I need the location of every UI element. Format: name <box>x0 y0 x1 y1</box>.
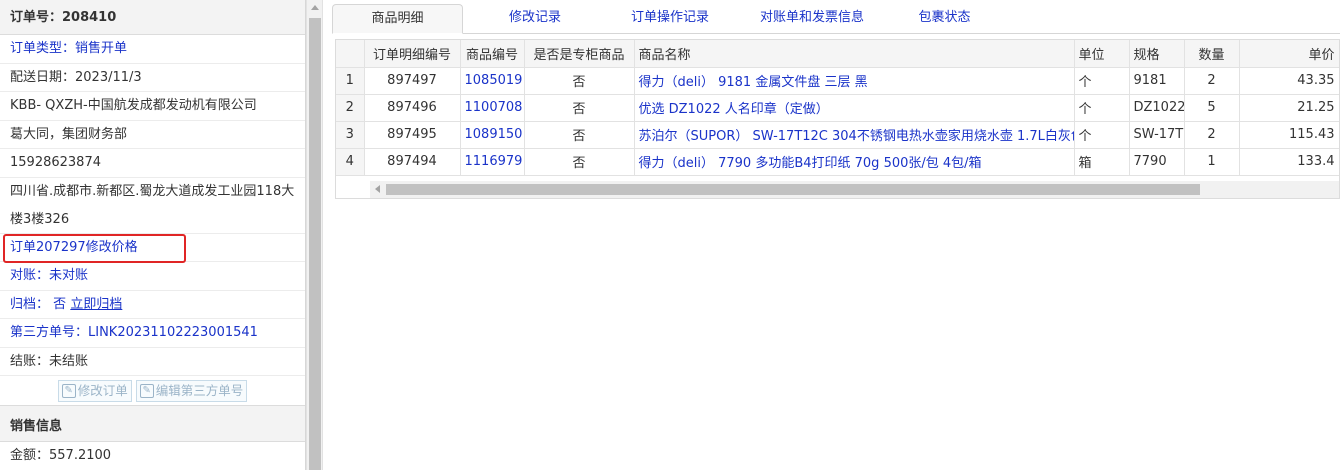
quantity-cell: 1 <box>1184 148 1240 176</box>
col-header-detail-id[interactable]: 订单明细编号 <box>364 40 461 68</box>
unit-price-cell: 115.43 <box>1239 121 1339 149</box>
tab-statement-invoice[interactable]: 对账单和发票信息 <box>737 4 887 34</box>
unit-price-cell: 21.25 <box>1239 94 1339 122</box>
product-detail-grid: 订单明细编号 商品编号 是否是专柜商品 商品名称 单位 规格 数量 单价 1 8… <box>335 39 1340 199</box>
scroll-left-icon[interactable] <box>375 185 380 193</box>
order-type: 订单类型：销售开单 <box>0 35 305 64</box>
col-header-product-name[interactable]: 商品名称 <box>634 40 1075 68</box>
delivery-date: 配送日期：2023/11/3 <box>0 64 305 92</box>
left-panel-scrollbar[interactable] <box>306 0 323 470</box>
edit-icon: ✎ <box>139 383 154 398</box>
table-row[interactable]: 2 897496 1100708 否 优选 DZ1022 人名印章（定做） 个 … <box>336 94 1339 122</box>
table-row[interactable]: 4 897494 1116979 否 得力（deli） 7790 多功能B4打印… <box>336 148 1339 176</box>
edit-third-party-button[interactable]: ✎ 编辑第三方单号 <box>135 379 248 402</box>
col-header-rownum <box>336 40 365 68</box>
product-name-link[interactable]: 得力（deli） 9181 金属文件盘 三层 黑 <box>634 67 1075 95</box>
product-id-link[interactable]: 1085019 <box>460 67 525 95</box>
delivery-address: 四川省.成都市.新都区.蜀龙大道成发工业园118大楼3楼326 <box>0 178 305 234</box>
quantity-cell: 2 <box>1184 67 1240 95</box>
settlement-status: 结账：未结账 <box>0 348 305 376</box>
archive-value: 否 <box>53 296 67 312</box>
sales-amount: 金额：557.2100 <box>0 442 305 470</box>
col-header-spec[interactable]: 规格 <box>1129 40 1185 68</box>
customer-name: KBB- QXZH-中国航发成都发动机有限公司 <box>0 92 305 121</box>
edit-order-button[interactable]: ✎ 修改订单 <box>57 379 132 402</box>
tab-order-operation-log[interactable]: 订单操作记录 <box>605 4 735 34</box>
row-number: 4 <box>336 148 365 176</box>
unit-price-cell: 43.35 <box>1239 67 1339 95</box>
archive-status: 归档： 否 立即归档 <box>0 291 305 319</box>
order-number-header: 订单号：208410 <box>0 0 305 35</box>
counter-flag-cell: 否 <box>524 67 635 95</box>
order-info-panel: 订单号：208410 订单类型：销售开单 配送日期：2023/11/3 KBB-… <box>0 0 306 470</box>
table-row[interactable]: 3 897495 1089150 否 苏泊尔（SUPOR） SW-17T12C … <box>336 121 1339 149</box>
product-id-link[interactable]: 1116979 <box>460 148 525 176</box>
detail-panel: 商品明细 修改记录 订单操作记录 对账单和发票信息 包裹状态 订单明细编号 商品… <box>328 0 1340 470</box>
edit-third-party-label: 编辑第三方单号 <box>155 382 244 398</box>
row-number: 1 <box>336 67 365 95</box>
tab-change-log[interactable]: 修改记录 <box>470 4 600 34</box>
row-number: 2 <box>336 94 365 122</box>
col-header-unit-price[interactable]: 单价 <box>1239 40 1339 68</box>
unit-cell: 箱 <box>1074 148 1130 176</box>
col-header-product-id[interactable]: 商品编号 <box>460 40 525 68</box>
archive-label: 归档： <box>10 296 50 312</box>
quantity-cell: 2 <box>1184 121 1240 149</box>
contact-person: 葛大同，集团财务部 <box>0 121 305 149</box>
col-header-quantity[interactable]: 数量 <box>1184 40 1240 68</box>
product-name-link[interactable]: 优选 DZ1022 人名印章（定做） <box>634 94 1075 122</box>
detail-id-cell: 897497 <box>364 67 461 95</box>
col-header-counter-flag[interactable]: 是否是专柜商品 <box>524 40 635 68</box>
product-id-link[interactable]: 1100708 <box>460 94 525 122</box>
counter-flag-cell: 否 <box>524 94 635 122</box>
archive-now-link[interactable]: 立即归档 <box>70 297 122 312</box>
col-header-unit[interactable]: 单位 <box>1074 40 1130 68</box>
edit-icon: ✎ <box>61 383 76 398</box>
unit-cell: 个 <box>1074 67 1130 95</box>
order-detail-page: 订单号：208410 订单类型：销售开单 配送日期：2023/11/3 KBB-… <box>0 0 1340 470</box>
product-id-link[interactable]: 1089150 <box>460 121 525 149</box>
unit-cell: 个 <box>1074 94 1130 122</box>
counter-flag-cell: 否 <box>524 121 635 149</box>
table-row[interactable]: 1 897497 1085019 否 得力（deli） 9181 金属文件盘 三… <box>336 67 1339 95</box>
quantity-cell: 5 <box>1184 94 1240 122</box>
product-name-link[interactable]: 苏泊尔（SUPOR） SW-17T12C 304不锈钢电热水壶家用烧水壶 1.7… <box>634 121 1075 149</box>
third-party-order-no: 第三方单号：LINK20231102223001541 <box>0 319 305 348</box>
scroll-up-icon[interactable] <box>311 5 319 10</box>
table-header-row: 订单明细编号 商品编号 是否是专柜商品 商品名称 单位 规格 数量 单价 <box>336 40 1339 68</box>
tab-product-details[interactable]: 商品明细 <box>332 4 463 34</box>
scrollbar-thumb[interactable] <box>309 18 321 470</box>
sales-info-header: 销售信息 <box>0 412 305 442</box>
product-table: 订单明细编号 商品编号 是否是专柜商品 商品名称 单位 规格 数量 单价 1 8… <box>336 40 1339 176</box>
product-name-link[interactable]: 得力（deli） 7790 多功能B4打印纸 70g 500张/包 4包/箱 <box>634 148 1075 176</box>
spec-cell: DZ1022 <box>1129 94 1185 122</box>
reconcile-status: 对账：未对账 <box>0 262 305 291</box>
spec-cell: 7790 <box>1129 148 1185 176</box>
unit-cell: 个 <box>1074 121 1130 149</box>
detail-tabs: 商品明细 修改记录 订单操作记录 对账单和发票信息 包裹状态 <box>332 4 1340 34</box>
spec-cell: SW-17T <box>1129 121 1185 149</box>
edit-order-label: 修改订单 <box>77 382 128 398</box>
order-action-bar: ✎ 修改订单 ✎ 编辑第三方单号 <box>0 376 305 406</box>
unit-price-cell: 133.4 <box>1239 148 1339 176</box>
scrollbar-thumb[interactable] <box>386 184 1200 195</box>
contact-phone: 15928623874 <box>0 149 305 178</box>
tab-package-status[interactable]: 包裹状态 <box>892 4 997 34</box>
detail-id-cell: 897494 <box>364 148 461 176</box>
order-note: 订单207297修改价格 <box>0 234 305 262</box>
detail-id-cell: 897496 <box>364 94 461 122</box>
detail-id-cell: 897495 <box>364 121 461 149</box>
table-horizontal-scrollbar[interactable] <box>370 181 1339 198</box>
counter-flag-cell: 否 <box>524 148 635 176</box>
row-number: 3 <box>336 121 365 149</box>
spec-cell: 9181 <box>1129 67 1185 95</box>
